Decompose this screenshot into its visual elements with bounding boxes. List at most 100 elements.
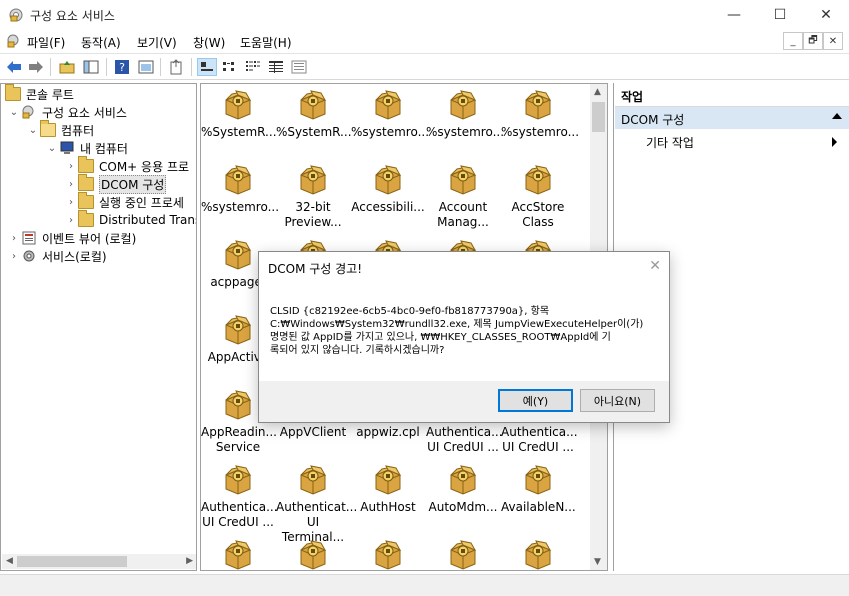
list-item[interactable]: AutoMdm... [426,465,500,515]
up-folder-button[interactable] [57,58,77,76]
minimize-button[interactable]: — [711,0,757,30]
tree-item-dcom-config[interactable]: › DCOM 구성 [64,174,167,194]
menu-help[interactable]: 도움말(H) [240,34,292,51]
help-button[interactable]: ? [112,58,132,76]
list-item[interactable]: %systemro... [501,90,579,140]
close-button[interactable]: ✕ [803,0,849,30]
chevron-down-icon[interactable]: ⌄ [45,143,59,154]
chevron-right-icon[interactable]: › [64,197,78,208]
component-box-icon [222,315,254,345]
list-item[interactable]: AvailableN... [501,465,576,515]
show-hide-tree-button[interactable] [81,58,101,76]
title-bar: 구성 요소 서비스 — ☐ ✕ [0,0,849,30]
tree-item-com-plus[interactable]: › COM+ 응용 프로 [64,156,189,175]
list-item-label: AppReadin... Service [201,425,277,454]
list-item[interactable]: %systemro... [351,90,430,140]
back-button[interactable] [4,58,24,76]
maximize-icon: ☐ [773,7,787,23]
folder-icon [78,210,94,227]
scroll-left-icon[interactable]: ◀ [6,556,13,566]
chevron-right-icon[interactable]: › [64,215,78,226]
minimize-icon: — [727,7,741,23]
list-item[interactable]: Accessibili... [351,165,425,215]
list-item[interactable]: Authenticat... UI Terminal... [276,465,357,545]
list-item[interactable] [501,540,575,570]
list-item[interactable]: Authentica... UI CredUI ... [201,465,278,530]
menu-action[interactable]: 동작(A) [81,34,121,51]
list-item-label: Authentica... UI CredUI ... [201,500,278,529]
scroll-right-icon[interactable]: ▶ [186,556,193,566]
list-item[interactable]: 32-bit Preview... [276,165,350,230]
tree-item-label: 콘솔 루트 [26,87,74,102]
tree-item-running-processes[interactable]: › 실행 중인 프로세 [64,192,184,211]
tree-item-event-viewer[interactable]: › 이벤트 뷰어 (로컬) [7,229,136,247]
list-item-label: %systemro... [351,125,430,139]
list-item[interactable]: %SystemR... [201,90,277,140]
collapse-icon[interactable] [832,113,842,119]
dialog-message: CLSID {c82192ee-6cb5-4bc0-9ef0-fb8187737… [270,305,660,357]
list-item-label: appwiz.cpl [356,425,420,439]
list-item[interactable] [351,540,425,570]
actions-section-dcom[interactable]: DCOM 구성 [615,107,849,129]
properties-button[interactable] [136,58,156,76]
yes-button[interactable]: 예(Y) [498,389,573,412]
scroll-up-icon[interactable]: ▲ [594,87,601,97]
chevron-right-icon[interactable]: › [64,161,78,172]
list-item[interactable]: %systemro... [201,165,279,215]
large-icons-view-button[interactable] [197,58,217,76]
tree-item-console-root[interactable]: 콘솔 루트 [5,84,74,103]
chevron-right-icon[interactable]: › [7,251,21,262]
list-item[interactable] [276,540,350,570]
mdi-close-button[interactable]: ✕ [823,32,843,50]
forward-button[interactable] [26,58,46,76]
menu-view[interactable]: 보기(V) [137,34,177,51]
chevron-down-icon[interactable]: ⌄ [26,125,40,136]
list-item[interactable] [426,540,500,570]
more-actions-item[interactable]: 기타 작업 [646,134,694,151]
document-menu-icon[interactable] [5,33,21,49]
menu-window[interactable]: 창(W) [193,34,225,51]
details-alt-button[interactable] [289,58,309,76]
tree-item-my-computer[interactable]: ⌄ 내 컴퓨터 [45,139,128,157]
tree-item-computers[interactable]: ⌄ 컴퓨터 [26,120,94,139]
maximize-button[interactable]: ☐ [757,0,803,30]
chevron-right-icon[interactable]: › [64,179,78,190]
list-item[interactable]: %SystemR... [276,90,352,140]
submenu-arrow-icon [832,137,837,147]
mdi-minimize-button[interactable]: _ [783,32,803,50]
list-item[interactable]: AccStore Class [501,165,575,230]
list-item-label: Authentica... UI CredUI ... [426,425,503,454]
list-item[interactable]: Account Manag... [426,165,500,230]
detail-view-button[interactable] [266,58,286,76]
back-icon [7,61,21,73]
tree-horizontal-scrollbar[interactable]: ◀ ▶ [2,554,196,569]
help-icon: ? [115,60,129,74]
dialog-close-icon[interactable]: ✕ [649,258,661,274]
small-icons-view-button[interactable] [220,58,240,76]
dcom-warning-dialog: DCOM 구성 경고! ✕ CLSID {c82192ee-6cb5-4bc0-… [258,251,670,423]
mdi-restore-button[interactable]: 🗗 [803,32,823,50]
list-item[interactable] [201,540,275,570]
component-box-icon [447,165,479,195]
no-button[interactable]: 아니요(N) [580,389,655,412]
scroll-down-icon[interactable]: ▼ [594,557,601,567]
component-box-icon [297,465,329,495]
export-button[interactable] [166,58,186,76]
component-box-icon [447,465,479,495]
list-item[interactable]: %systemro... [426,90,504,140]
folder-icon [78,156,94,173]
tree-item-component-services[interactable]: ⌄ 구성 요소 서비스 [7,103,127,121]
list-view-button[interactable] [243,58,263,76]
chevron-right-icon[interactable]: › [7,233,21,244]
tree-item-services-local[interactable]: › 서비스(로컬) [7,247,107,265]
scrollbar-thumb[interactable] [17,556,127,567]
list-item-label: Accessibili... [351,200,425,214]
component-box-icon [372,540,404,570]
tree-item-distributed-transaction[interactable]: › Distributed Trans [64,210,196,229]
menu-file[interactable]: 파일(F) [27,34,65,51]
services-gear-icon [23,250,35,262]
chevron-down-icon[interactable]: ⌄ [7,107,21,118]
component-box-icon [297,90,329,120]
scrollbar-thumb[interactable] [592,102,605,132]
list-item[interactable]: AuthHost [351,465,425,515]
